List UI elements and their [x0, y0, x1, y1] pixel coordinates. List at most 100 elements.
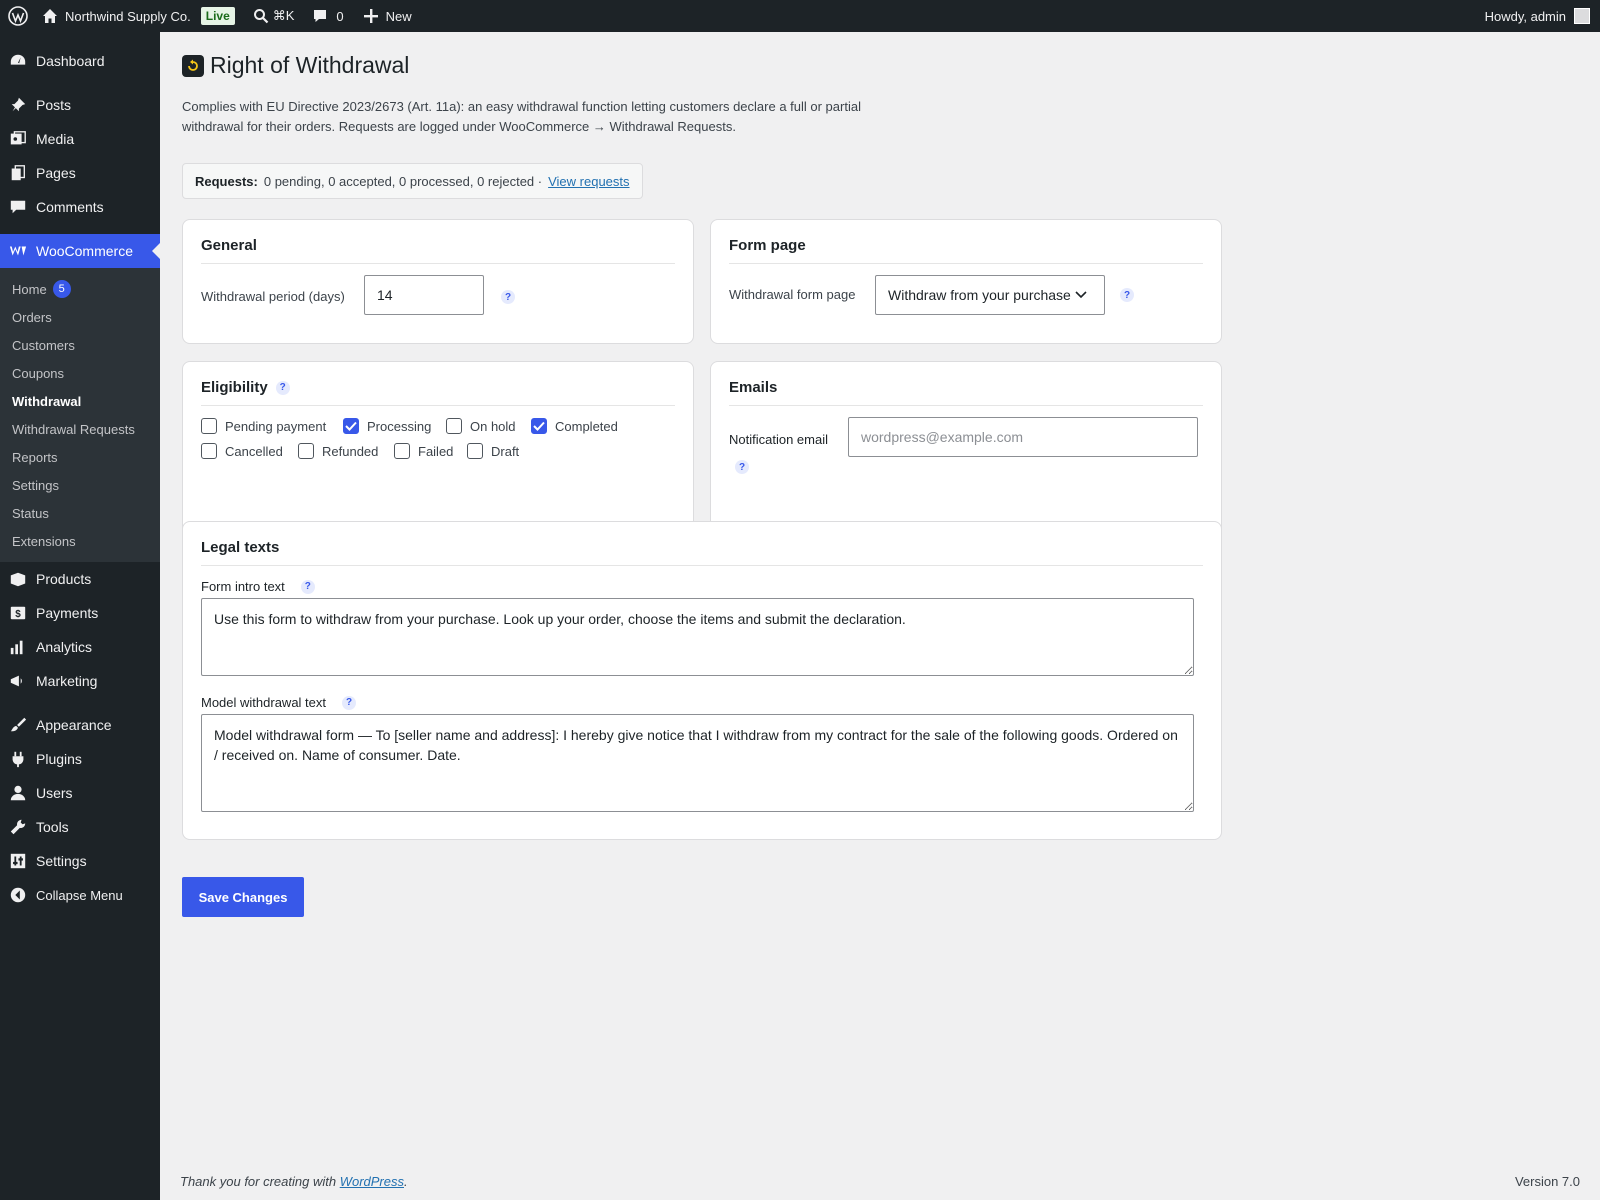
status-checkbox-refunded[interactable]: Refunded — [298, 443, 378, 459]
submenu-coupons[interactable]: Coupons — [0, 359, 160, 387]
footer-text: Thank you for creating with — [180, 1174, 340, 1189]
comments-icon — [0, 198, 36, 216]
submenu-label: Home — [12, 281, 47, 297]
submenu-home[interactable]: Home 5 — [0, 275, 160, 303]
status-checkbox-on-hold[interactable]: On hold — [446, 418, 516, 434]
checkbox-empty-icon[interactable] — [446, 418, 462, 434]
new-content-button[interactable]: New — [358, 0, 418, 32]
menu-label: Payments — [36, 605, 99, 621]
menu-products[interactable]: Products — [0, 562, 160, 596]
wrench-icon — [0, 818, 36, 836]
footer-version: Version 7.0 — [1514, 1174, 1580, 1189]
checkbox-empty-icon[interactable] — [201, 443, 217, 459]
card-title: Eligibility ? — [201, 379, 290, 396]
submenu-settings[interactable]: Settings — [0, 471, 160, 499]
footer-text: . — [404, 1174, 408, 1189]
main-content: Right of Withdrawal Complies with EU Dir… — [160, 32, 1600, 1200]
withdrawal-form-page-select[interactable]: Withdraw from your purchase — [875, 275, 1105, 315]
account-menu[interactable]: Howdy, admin — [1479, 0, 1600, 32]
checkbox-label: On hold — [470, 418, 516, 434]
submenu-extensions[interactable]: Extensions — [0, 527, 160, 555]
status-checkbox-pending-payment[interactable]: Pending payment — [201, 418, 326, 434]
site-name-link[interactable]: Northwind Supply Co. Live — [36, 0, 241, 32]
menu-label: Comments — [36, 199, 104, 215]
description-line: withdrawal for their orders. Requests ar… — [182, 118, 736, 134]
wordpress-link[interactable]: WordPress — [340, 1174, 404, 1189]
submenu-orders[interactable]: Orders — [0, 303, 160, 331]
paintbrush-icon — [0, 716, 36, 734]
wordpress-logo-icon[interactable] — [0, 0, 36, 32]
media-icon — [0, 130, 36, 148]
menu-label: Analytics — [36, 639, 93, 655]
notification-email-input[interactable] — [848, 417, 1198, 457]
period-label: Withdrawal period (days) — [201, 289, 345, 304]
card-divider — [201, 405, 675, 406]
menu-payments[interactable]: $ Payments — [0, 596, 160, 630]
help-icon[interactable]: ? — [300, 579, 315, 594]
menu-tools[interactable]: Tools — [0, 810, 160, 844]
plug-icon — [0, 750, 36, 768]
checkbox-label: Failed — [418, 443, 454, 459]
site-name: Northwind Supply Co. — [65, 8, 191, 24]
new-label: New — [385, 8, 412, 24]
woocommerce-icon — [0, 242, 36, 260]
menu-pages[interactable]: Pages — [0, 156, 160, 190]
menu-analytics[interactable]: Analytics — [0, 630, 160, 664]
checkbox-empty-icon[interactable] — [298, 443, 314, 459]
submenu-status[interactable]: Status — [0, 499, 160, 527]
menu-woocommerce[interactable]: WooCommerce — [0, 234, 160, 268]
menu-comments[interactable]: Comments — [0, 190, 160, 224]
checkbox-label: Draft — [491, 443, 520, 459]
menu-settings[interactable]: Settings — [0, 844, 160, 878]
status-checkbox-failed[interactable]: Failed — [394, 443, 453, 459]
menu-dashboard[interactable]: Dashboard — [0, 44, 160, 78]
checkbox-label: Pending payment — [225, 418, 327, 434]
model-withdrawal-textarea[interactable]: Model withdrawal form — To [seller name … — [201, 714, 1194, 812]
menu-marketing[interactable]: Marketing — [0, 664, 160, 698]
comments-link[interactable]: 0 — [306, 0, 349, 32]
checkbox-label: Completed — [555, 418, 618, 434]
home-icon — [43, 9, 57, 23]
menu-appearance[interactable]: Appearance — [0, 708, 160, 742]
checkbox-empty-icon[interactable] — [467, 443, 483, 459]
comment-bubble-icon — [314, 10, 327, 22]
menu-plugins[interactable]: Plugins — [0, 742, 160, 776]
card-divider — [729, 263, 1203, 264]
form-intro-textarea[interactable]: Use this form to withdraw from your purc… — [201, 598, 1194, 676]
submenu-withdrawal-requests[interactable]: Withdrawal Requests — [0, 415, 160, 443]
status-checkbox-processing[interactable]: Processing — [343, 418, 431, 434]
submenu-withdrawal[interactable]: Withdrawal — [0, 387, 160, 415]
view-requests-link[interactable]: View requests — [548, 174, 629, 189]
menu-posts[interactable]: Posts — [0, 88, 160, 122]
menu-media[interactable]: Media — [0, 122, 160, 156]
checkbox-checked-icon[interactable] — [343, 418, 359, 434]
help-icon[interactable]: ? — [501, 290, 515, 304]
status-checkbox-draft[interactable]: Draft — [467, 443, 519, 459]
checkbox-checked-icon[interactable] — [531, 418, 547, 434]
submenu-customers[interactable]: Customers — [0, 331, 160, 359]
form-page-card: Form page Withdrawal form page Withdraw … — [710, 219, 1222, 344]
status-checkbox-completed[interactable]: Completed — [531, 418, 618, 434]
help-icon[interactable]: ? — [735, 460, 749, 474]
checkbox-empty-icon[interactable] — [201, 418, 217, 434]
withdrawal-period-input[interactable] — [364, 275, 484, 315]
menu-label: Products — [36, 571, 92, 587]
command-search-button[interactable]: ⌘K — [247, 0, 301, 32]
menu-label: Settings — [36, 853, 87, 869]
notification-email-label: Notification email — [729, 432, 828, 447]
help-icon[interactable]: ? — [275, 380, 290, 395]
help-icon[interactable]: ? — [342, 695, 356, 710]
page-title: Right of Withdrawal — [210, 52, 410, 78]
submenu-reports[interactable]: Reports — [0, 443, 160, 471]
pushpin-icon — [0, 96, 36, 114]
menu-label: Pages — [36, 165, 76, 181]
save-changes-button[interactable]: Save Changes — [182, 877, 304, 917]
help-icon[interactable]: ? — [1120, 288, 1134, 302]
collapse-menu-button[interactable]: Collapse Menu — [0, 878, 160, 912]
checkbox-empty-icon[interactable] — [394, 443, 410, 459]
status-checkbox-cancelled[interactable]: Cancelled — [201, 443, 283, 459]
products-icon — [0, 570, 36, 588]
menu-users[interactable]: Users — [0, 776, 160, 810]
menu-label: Plugins — [36, 751, 82, 767]
card-title: Form page — [729, 237, 806, 254]
